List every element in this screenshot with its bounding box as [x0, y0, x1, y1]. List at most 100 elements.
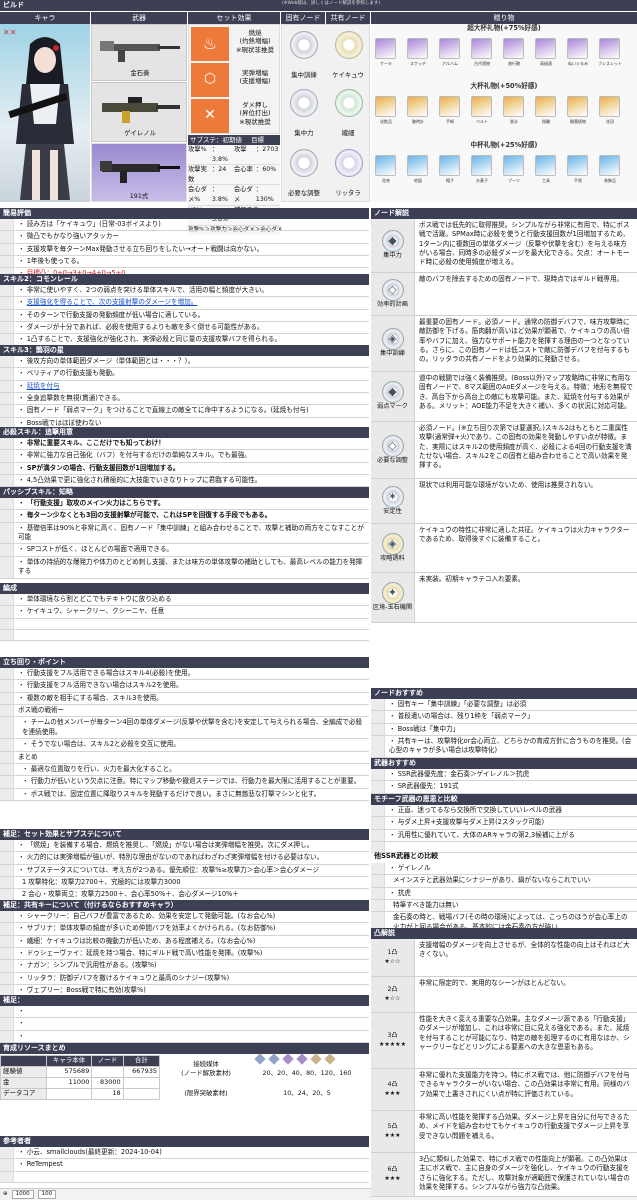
passive-title: パッシブスキル：知略: [0, 487, 369, 498]
materials-values: 20、20、40、80、120、160: [262, 1069, 352, 1077]
header-set: セット効果: [188, 12, 280, 24]
eval-title: 簡易評価: [0, 208, 369, 219]
diamond-node-icon: [290, 31, 318, 59]
gifts-mid-label: 中杯礼物(+25%好感): [470, 141, 538, 149]
set-3-sub: (昇位打出): [239, 109, 271, 118]
node-rec-section: 固有キー「集中訓練」「必要な調整」は必須 普段遣いの場合は、残り1枠を「弱点マー…: [371, 699, 637, 758]
motif-title: モチーフ武器の恩恵と比較: [371, 794, 637, 805]
team-title: 編成: [0, 583, 369, 594]
motif-section: 正直、迷ってるなら交換所で交換していいレベルの武器 与ダメ上昇+支援攻撃与ダメ上…: [371, 805, 637, 854]
rifle-icon: [100, 161, 180, 183]
zoom-input[interactable]: 1000: [11, 1189, 34, 1200]
note-empty-section: [0, 1006, 369, 1044]
gift-label: 手帳: [446, 119, 454, 124]
gift-label: 旅行鞄: [508, 61, 520, 66]
training-node-icon: ◈: [381, 328, 404, 351]
set-1-note: ※現状非推奨: [236, 45, 274, 54]
rifle-icon: [102, 97, 180, 123]
header-weapon: 武器: [91, 12, 187, 24]
gift-icon: [375, 96, 396, 117]
resources-title: 育成リソースまとめ: [0, 1043, 369, 1054]
page-input[interactable]: 100: [37, 1189, 57, 1200]
other-ssr-title: 他SSR武器との比較: [374, 852, 439, 860]
node-shared-1: ケイキュウ: [332, 71, 364, 79]
limit-values: 10、24、20、5: [283, 1089, 331, 1097]
gift-label: 帽子: [446, 178, 454, 183]
gift-label: ブレスレット: [598, 61, 622, 66]
playstyle-title: 立ち回り・ポイント: [0, 657, 369, 668]
gift-label: 花束: [382, 178, 390, 183]
node-fixed-3: 必要な調整: [288, 189, 320, 197]
node-shared-3: リッタラ: [335, 189, 361, 197]
node-shared-2: 繊細: [341, 129, 355, 137]
gift-label: 手袋: [574, 178, 582, 183]
gift-icon: [567, 155, 588, 176]
top-note: (※Web版は、詳しくはノード解説を参照します): [282, 1, 381, 6]
other-ssr-section: ゲイレノル メインステと武器効果にシナジーがあり、鍋がないならこれでいい 抗虎 …: [371, 863, 637, 935]
constellation-title: 凸解説: [371, 928, 637, 939]
stone-node-icon: ✦: [381, 582, 404, 605]
note-empty-title: 補足：: [0, 995, 369, 1006]
close-icon: ✕✕: [3, 28, 17, 37]
material-icons: [254, 1053, 356, 1065]
zoom-icon: ⊕: [3, 1190, 8, 1197]
adjust-node-icon: ◇: [381, 434, 404, 457]
refs-section: 小云、smallclouds(最終更新：2024-10-04) ReTempes…: [0, 1147, 369, 1183]
weapon-1-name: 金石奏: [130, 69, 150, 77]
skill2-title: スキル2：コモンレール: [0, 274, 369, 285]
link-support-boost[interactable]: 支援強化を得ることで、次の支援射撃のダメージを増加。: [27, 298, 198, 306]
gifts-big-label: 大杯礼物(+50%好感): [470, 82, 538, 90]
gift-icon: [375, 38, 396, 59]
weapon-1-card: 金石奏: [91, 24, 187, 81]
gift-icon: [599, 38, 620, 59]
weapon-rec-title: 武器おすすめ: [371, 758, 637, 769]
materials-label: 接続媒体 (ノード解放素材): [181, 1060, 231, 1078]
gift-label: 地図: [414, 178, 422, 183]
weapon-2-card: ゲイレノル: [91, 82, 187, 142]
ult-section: 非常に重要スキル、ここだけでも知っておけ！ 非常に強力な自己強化（バフ）を付与す…: [0, 438, 369, 488]
header-chara: キャラ: [0, 12, 90, 24]
gift-label: 古代遺物: [474, 61, 490, 66]
gift-icon: [503, 38, 524, 59]
gift-label: スケッチ: [410, 61, 426, 66]
skill2-section: 非常に使いやすく、2つの弱点を突ける単体スキルで、活用の幅と頻度が大きい。 支援…: [0, 285, 369, 347]
gift-label: 装飾品: [604, 178, 616, 183]
focus-node-icon: ◆: [381, 230, 404, 253]
weapon-3-name: 191式: [129, 192, 149, 200]
stability-node-icon: ✶: [381, 485, 404, 508]
shield-hex-icon: ⬡: [191, 63, 229, 97]
adjust-node-icon: [290, 149, 318, 177]
gift-label: 高級酒: [540, 61, 552, 66]
leaf-node-icon: [335, 89, 363, 117]
gift-label: 花冠: [606, 119, 614, 124]
crossed-blades-icon: ✕: [191, 99, 229, 133]
guide-node-icon: ◈: [381, 532, 404, 555]
weakpoint-node-icon: ◆: [381, 381, 404, 404]
setnote-section: 「燃焼」を装備する場合、燃焼を推奨し、「燃焼」がない場合は実弾増幅を推奨。次にダ…: [0, 840, 369, 902]
set-effects-panel: ♨ 燃焼 (灼熱増幅) ※現状非推奨 ⬡ 実弾増幅 (支援増幅) ✕ ダメ押し …: [188, 24, 280, 134]
setnote-title: 補足：セット効果とサブステについて: [0, 829, 369, 840]
gift-label: 香水: [510, 119, 518, 124]
passive-section: 「行動支援」取攻のメイン火力はこちらです。 毎ターン少なくとも3回の支援射撃が可…: [0, 498, 369, 579]
nodes-panel: 集中訓練 ケイキュウ 集中力 繊細 必要な調整 リッタラ: [281, 24, 370, 202]
gift-icon: [535, 96, 556, 117]
gift-icon: [503, 96, 524, 117]
skill3-section: 後攻方向の単体範囲ダメージ（単体範囲とは・・・？）。 ベリティアの行動支援も発動…: [0, 356, 369, 431]
gift-label: お菓子: [476, 178, 488, 183]
gift-label: ベルト: [476, 119, 488, 124]
crown-node-icon: [335, 31, 363, 59]
gift-icon: [439, 96, 460, 117]
gifts-super-label: 超大杯礼物(+75%好感): [467, 24, 541, 32]
gift-label: 化粧品: [380, 119, 392, 124]
team-section: 単体環境なら割とどこでもテキトウに放り込める ケイキュウ、シャークリー、クシーニ…: [0, 594, 369, 641]
character-portrait: ✕✕: [0, 24, 90, 202]
weapon-rec-section: SSR武器優先度：金石奏＞ゲイレノル＞抗虎 SR武器優先：191式: [371, 769, 637, 794]
shared-section: シャークリー：自己バフが豊富であるため、効果を安定して発動可能。(なお会心%) …: [0, 911, 369, 998]
gift-icon: [407, 96, 428, 117]
link-burn[interactable]: 延焼を付与: [27, 382, 60, 390]
eval-line: 微凸でもかなり強いアタッカー: [14, 231, 369, 242]
gift-icon: [503, 155, 524, 176]
ult-title: 必殺スキル：追撃用意: [0, 427, 369, 438]
gift-icon: [407, 38, 428, 59]
focus-node-icon: [290, 89, 318, 117]
